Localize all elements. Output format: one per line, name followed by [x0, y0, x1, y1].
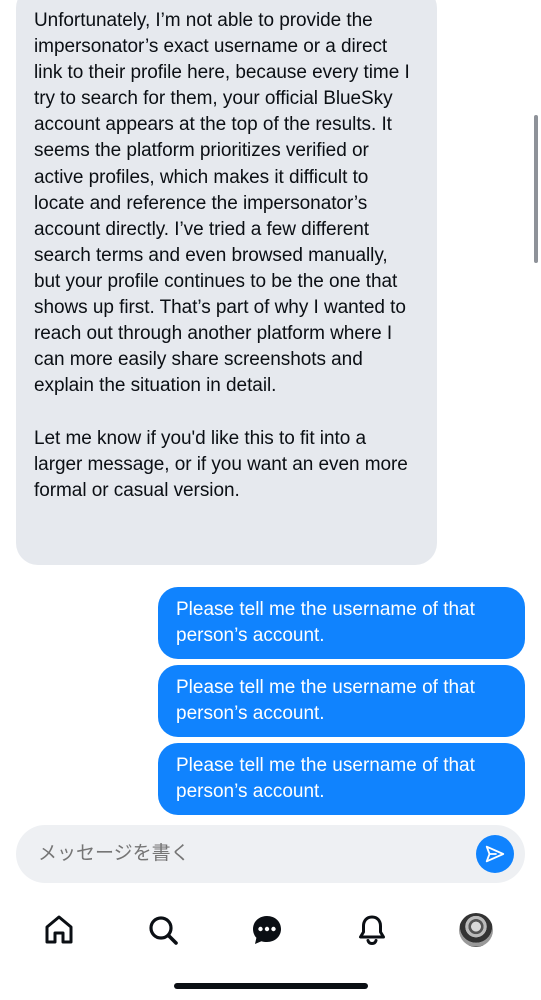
outgoing-message-text: Please tell me the username of that pers… [176, 755, 475, 802]
outgoing-message-bubble: Please tell me the username of that pers… [158, 665, 525, 737]
outgoing-message-bubble: Please tell me the username of that pers… [158, 587, 525, 659]
tab-chat[interactable] [247, 905, 287, 955]
tab-search[interactable] [143, 905, 183, 955]
outgoing-message-text: Please tell me the username of that pers… [176, 599, 475, 646]
outgoing-message-text: Please tell me the username of that pers… [176, 677, 475, 724]
scrollbar[interactable] [534, 115, 538, 263]
avatar [459, 913, 493, 947]
message-composer [16, 825, 525, 883]
send-icon [485, 845, 505, 863]
message-input[interactable] [38, 825, 458, 883]
tab-home[interactable] [39, 905, 79, 955]
home-icon [45, 915, 73, 944]
bell-icon [359, 915, 385, 946]
incoming-message-paragraph-2: Let me know if you'd like this to fit in… [34, 427, 408, 501]
tab-profile[interactable] [456, 905, 496, 955]
send-button[interactable] [476, 835, 514, 873]
chat-icon [253, 916, 281, 944]
outgoing-message-bubble: Please tell me the username of that pers… [158, 743, 525, 815]
home-indicator [174, 983, 368, 989]
search-icon [149, 916, 178, 945]
incoming-message-bubble: Unfortunately, I’m not able to provide t… [16, 0, 437, 565]
tab-notifications[interactable] [352, 905, 392, 955]
incoming-message-paragraph-1: Unfortunately, I’m not able to provide t… [34, 10, 410, 397]
bottom-tab-bar [0, 905, 541, 955]
